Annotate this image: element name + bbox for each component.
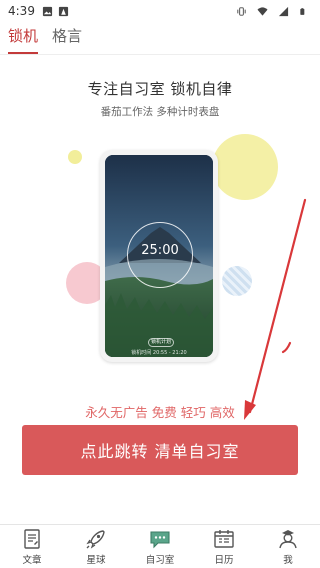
tab-lock[interactable]: 锁机 xyxy=(8,22,39,54)
nav-article[interactable]: 文章 xyxy=(0,525,64,568)
promo-banner: 专注自习室 锁机自律 番茄工作法 多种计时表盘 25:00 锁机计划 锁机时间 … xyxy=(66,62,278,362)
tagline: 永久无广告 免费 轻巧 高效 xyxy=(85,405,235,420)
lock-plan-button: 锁机计划 xyxy=(148,338,174,347)
wifi-icon xyxy=(257,6,268,16)
promo-subtitle: 番茄工作法 多种计时表盘 xyxy=(100,106,220,118)
tab-divider xyxy=(0,54,320,55)
nav-planet[interactable]: 星球 xyxy=(64,525,128,568)
status-bar: 4:39 xyxy=(0,0,320,22)
vibrate-icon xyxy=(237,6,246,16)
signal-icon xyxy=(278,6,289,16)
nav-article-label: 文章 xyxy=(22,555,42,566)
phone-mockup: 25:00 锁机计划 锁机时间 20:55 - 21:20 xyxy=(100,150,218,362)
nav-study-room-label: 自习室 xyxy=(145,555,175,566)
jump-to-study-room-button[interactable]: 点此跳转 清单自习室 xyxy=(22,425,298,475)
rocket-icon xyxy=(86,530,105,549)
nav-me[interactable]: 我 xyxy=(256,525,320,568)
nav-calendar[interactable]: 日历 xyxy=(192,525,256,568)
nav-me-label: 我 xyxy=(283,555,293,566)
image-notification-icon xyxy=(42,6,53,16)
status-right-icons xyxy=(236,6,312,17)
chat-icon xyxy=(150,531,170,549)
decor-yellow-dot xyxy=(68,150,82,164)
app-notification-icon xyxy=(58,6,69,16)
promo-title: 专注自习室 锁机自律 xyxy=(87,80,233,98)
lock-time-info: 锁机时间 20:55 - 21:20 xyxy=(131,350,187,356)
nav-planet-label: 星球 xyxy=(86,555,106,566)
user-icon xyxy=(279,530,297,549)
nav-study-room[interactable]: 自习室 xyxy=(128,525,192,568)
battery-icon xyxy=(300,7,305,15)
decor-striped-circle xyxy=(222,266,252,296)
decor-yellow-circle xyxy=(212,134,278,200)
status-time: 4:39 xyxy=(8,4,35,18)
phone-screen: 25:00 锁机计划 锁机时间 20:55 - 21:20 xyxy=(105,155,213,357)
bottom-nav: 文章 星球 自习室 日历 我 xyxy=(0,524,320,568)
calendar-icon xyxy=(214,530,234,548)
timer-display: 25:00 xyxy=(141,243,179,258)
top-tabs: 锁机 格言 xyxy=(0,22,320,54)
tab-quotes[interactable]: 格言 xyxy=(52,22,82,54)
article-icon xyxy=(24,529,40,549)
nav-calendar-label: 日历 xyxy=(214,555,234,566)
